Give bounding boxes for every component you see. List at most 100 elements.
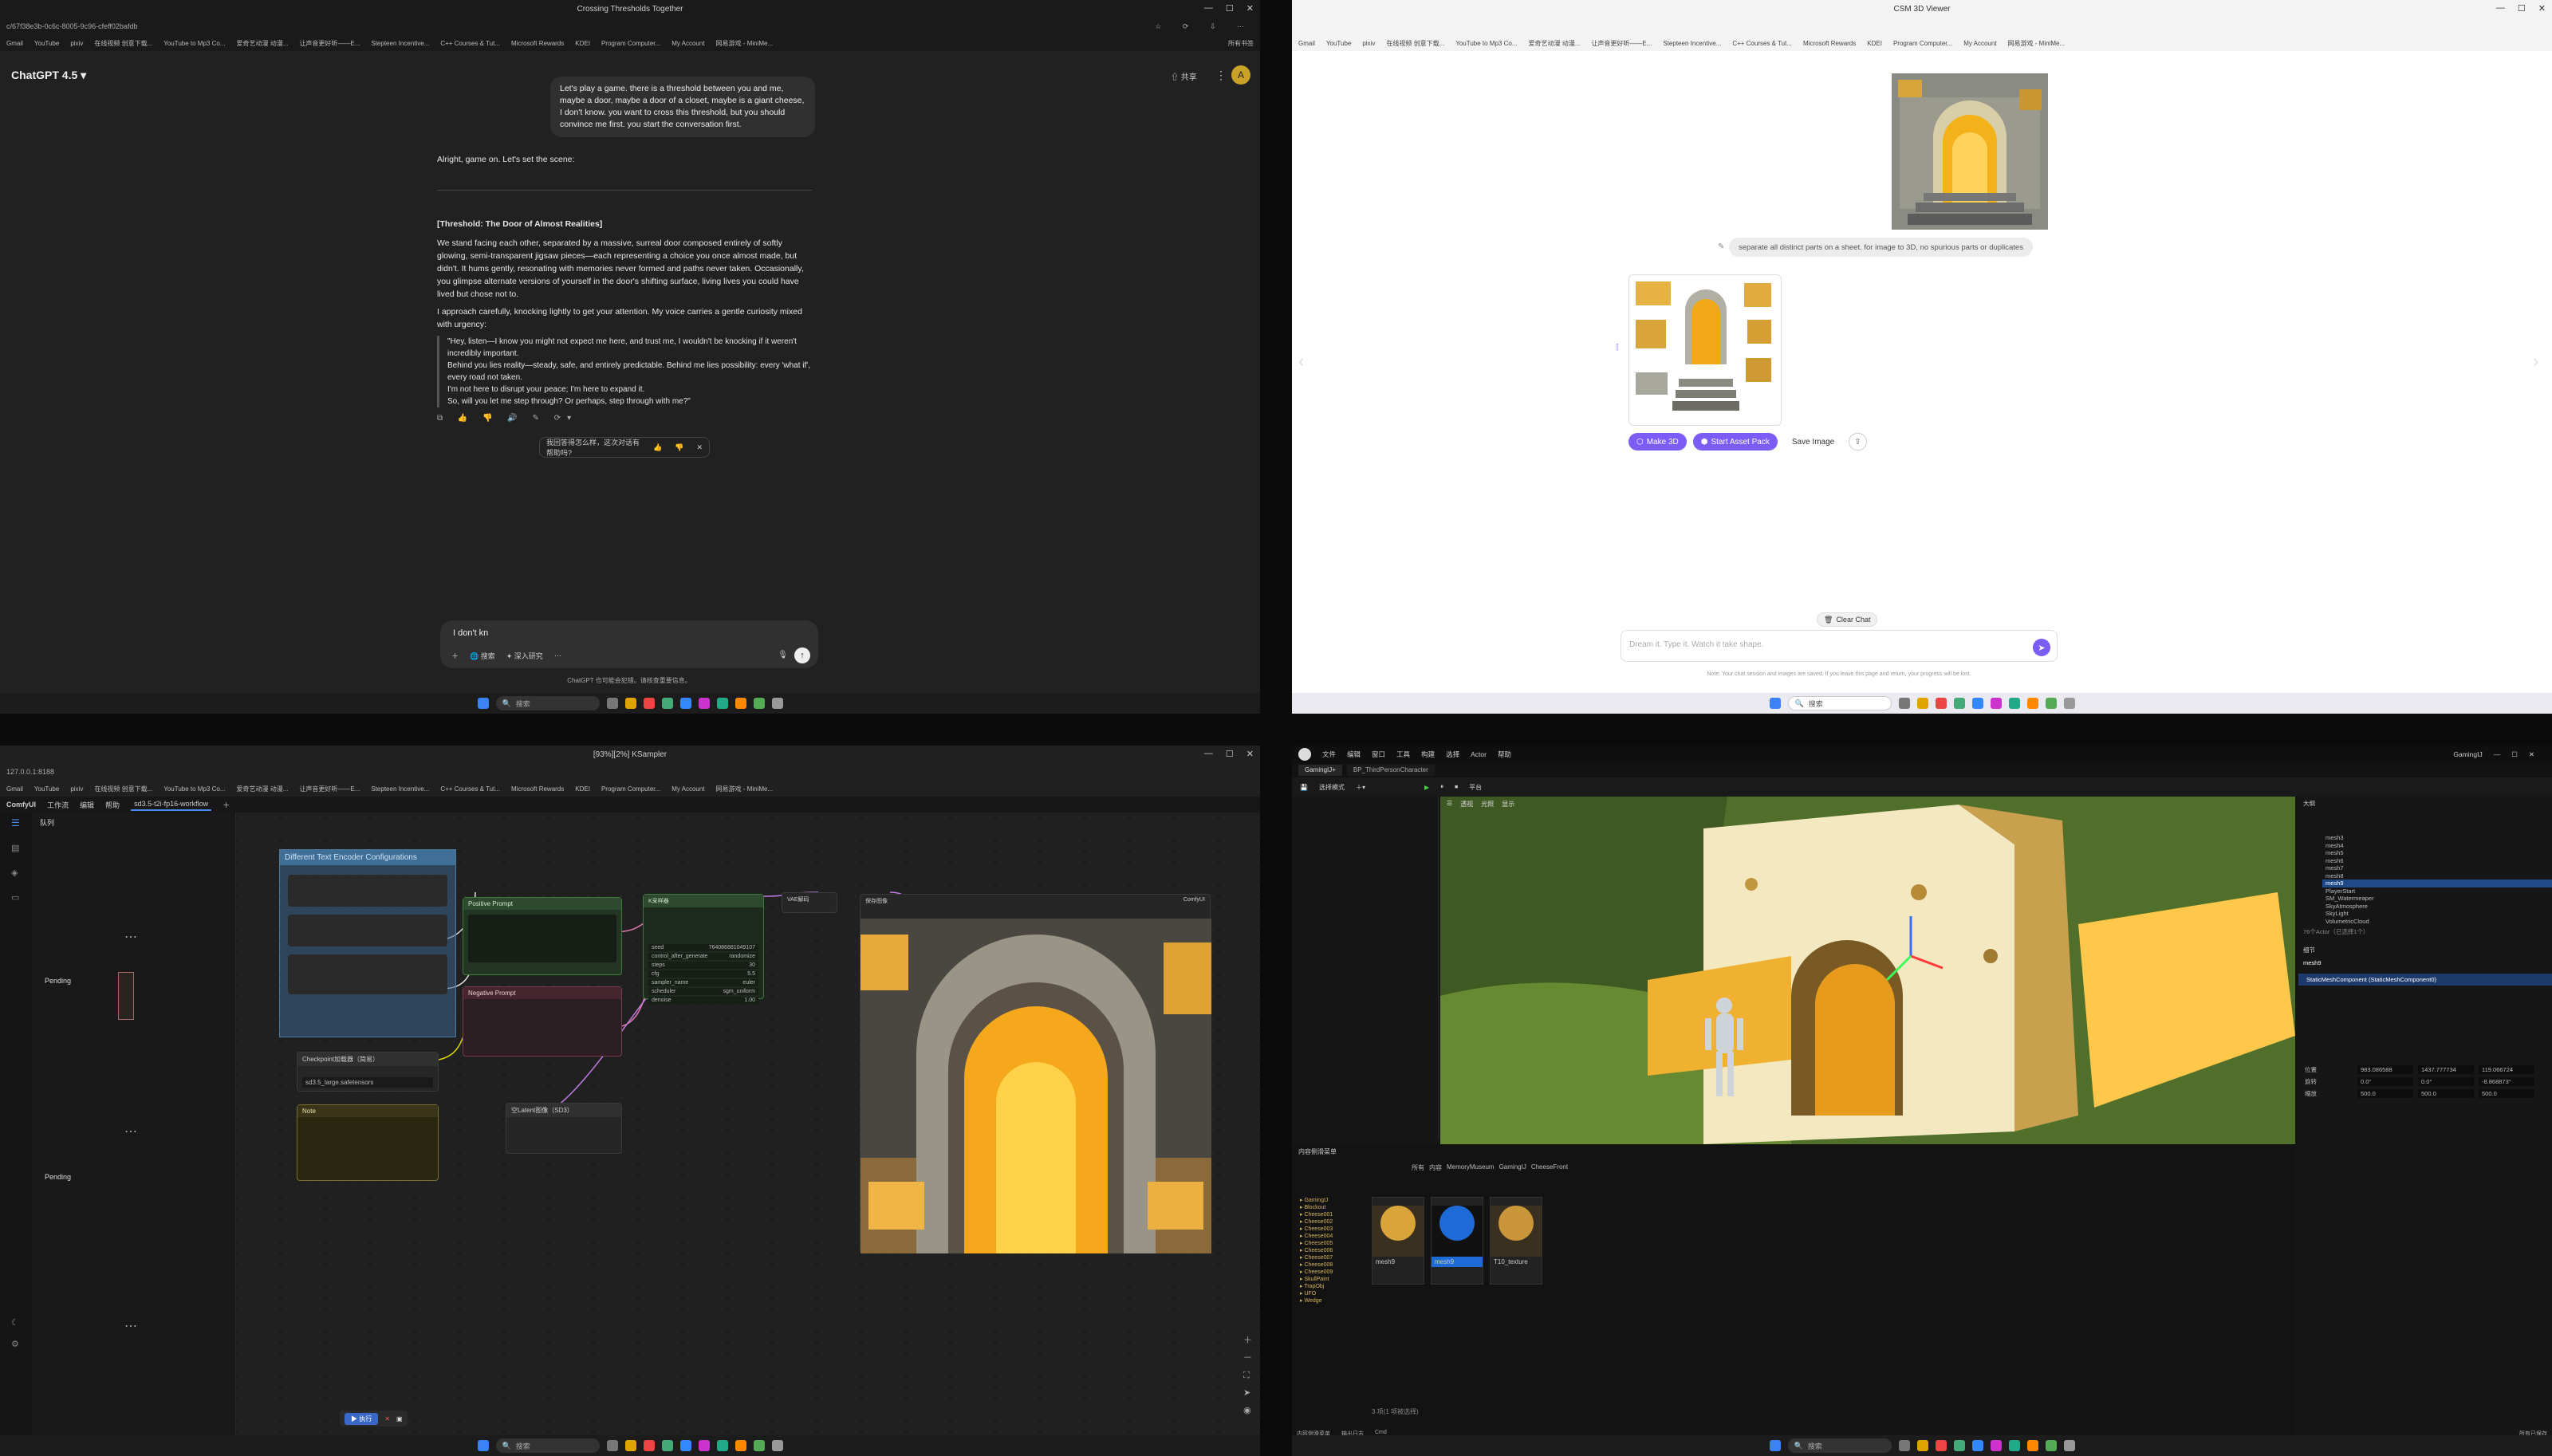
ksampler-node[interactable]: K采样器 seed 764086881049107 control_after_ge… <box>643 894 764 1004</box>
app-icon[interactable] <box>643 698 655 709</box>
details-component[interactable]: StaticMeshComponent (StaticMeshComponent… <box>2298 974 2552 986</box>
bookmark-item[interactable]: 网易游戏 - MiniMe... <box>2008 39 2066 48</box>
wechat-icon[interactable] <box>753 698 765 709</box>
param-value[interactable]: 30 <box>749 962 755 968</box>
bookmark-item[interactable]: C++ Courses & Tut... <box>440 785 500 793</box>
param-value[interactable]: randomize <box>729 954 755 959</box>
bookmark-item[interactable]: 爱奇艺动漫 动漫... <box>1528 39 1580 48</box>
node-library-icon[interactable]: ▤ <box>11 843 21 853</box>
bookmark-item[interactable]: Gmail <box>1298 40 1315 47</box>
mode-select[interactable]: 选择模式 <box>1319 783 1345 792</box>
close-icon[interactable]: ✕ <box>1246 3 1254 14</box>
bookmark-item[interactable]: Program Computer... <box>601 40 660 47</box>
outliner-item[interactable]: mesh5 <box>2322 849 2552 857</box>
bookmark-item[interactable]: pixiv <box>1362 40 1375 47</box>
bookmark-item[interactable]: KDEI <box>575 785 590 793</box>
outliner-item[interactable]: mesh8 <box>2322 872 2552 880</box>
perspective-menu[interactable]: 透视 <box>1460 800 1473 809</box>
canvas-controls[interactable]: ＋－ ⛶ ➤ ◉ <box>1243 1332 1252 1419</box>
queue-more-icon[interactable]: ⋯ <box>124 1123 137 1139</box>
app-icon[interactable] <box>2063 1440 2075 1451</box>
menu-item[interactable]: 窗口 <box>1372 750 1385 759</box>
app-icon[interactable] <box>679 698 691 709</box>
transform-field[interactable]: 0.0° <box>2357 1077 2413 1086</box>
param-value[interactable]: 764086881049107 <box>709 945 755 950</box>
bookmark-item[interactable]: KDEI <box>1867 40 1882 47</box>
workflow-tab[interactable]: sd3.5-t2i-fp16-workflow <box>131 798 212 811</box>
bookmark-item[interactable]: YouTube <box>1326 40 1351 47</box>
app-icon[interactable] <box>771 698 783 709</box>
param-value[interactable]: 1.00 <box>744 998 755 1003</box>
send-button[interactable]: ➤ <box>2033 639 2050 656</box>
taskbar-search[interactable]: 🔍 搜索 <box>1787 1438 1892 1453</box>
address-bar[interactable] <box>1292 18 2552 35</box>
outliner-item[interactable]: SM_Watermeaper <box>2322 895 2552 903</box>
app-icon[interactable] <box>1898 698 1910 709</box>
menu-item[interactable]: 文件 <box>1322 750 1336 759</box>
new-tab-icon[interactable]: ＋ <box>223 800 230 810</box>
outliner-item[interactable]: SkyLight <box>2322 910 2552 918</box>
thumbs-up-icon[interactable]: 👍 <box>653 443 662 452</box>
folder-icon[interactable] <box>624 698 636 709</box>
maximize-icon[interactable]: ☐ <box>2518 3 2526 14</box>
checkpoint-loader-node[interactable]: Checkpoint加载器（简易） sd3.5_large.safetensor… <box>297 1052 439 1092</box>
app-icon[interactable] <box>1953 1440 1965 1451</box>
bookmark-item[interactable]: Microsoft Rewards <box>511 40 564 47</box>
start-icon[interactable] <box>1769 698 1781 709</box>
show-menu[interactable]: 显示 <box>1502 800 1514 809</box>
transform-field[interactable]: 983.086588 <box>2357 1065 2413 1074</box>
more-tools-icon[interactable]: ⋯ <box>554 651 561 660</box>
window-controls[interactable]: —☐✕ <box>2494 750 2546 759</box>
folder-item[interactable]: ▸ SkullPaint <box>1300 1276 1364 1283</box>
folder-item[interactable]: ▸ GamingIJ <box>1300 1197 1364 1204</box>
node-canvas[interactable]: Different Text Encoder Configurations Po… <box>118 813 1260 1435</box>
folder-item[interactable]: ▸ Cheese005 <box>1300 1240 1364 1247</box>
start-icon[interactable] <box>477 1440 489 1451</box>
ksampler-param-row[interactable]: steps 30 <box>648 962 758 969</box>
param-value[interactable]: euler <box>742 980 755 986</box>
note-node[interactable]: Note <box>297 1104 439 1181</box>
bookmark-item[interactable]: My Account <box>1963 40 1996 47</box>
app-icon[interactable] <box>698 698 710 709</box>
maximize-icon[interactable]: ☐ <box>1226 749 1234 759</box>
pause-icon[interactable]: ⏸ <box>1440 783 1443 791</box>
offscreen-node[interactable] <box>118 972 134 1020</box>
clip-loader-node[interactable] <box>288 875 447 907</box>
wechat-icon[interactable] <box>753 1440 765 1451</box>
folder-item[interactable]: ▸ Cheese002 <box>1300 1218 1364 1226</box>
folder-item[interactable]: ▸ TrapObj <box>1300 1283 1364 1290</box>
path-segment[interactable]: 内容 <box>1429 1163 1442 1172</box>
empty-latent-node[interactable]: 空Latent图像（SD3） <box>506 1103 622 1154</box>
filename-prefix[interactable]: ComfyUI <box>1183 897 1205 905</box>
chat-input[interactable]: I don't kn <box>453 628 488 638</box>
path-segment[interactable]: MemoryMuseum <box>1447 1163 1495 1172</box>
menu-edit[interactable]: 编辑 <box>80 800 94 810</box>
checkpoint-select[interactable]: sd3.5_large.safetensors <box>302 1077 433 1088</box>
taskbar-search[interactable]: 🔍 搜索 <box>495 696 600 710</box>
lit-menu[interactable]: 光照 <box>1481 800 1494 809</box>
folder-icon[interactable] <box>1916 1440 1928 1451</box>
folder-item[interactable]: ▸ Blockout <box>1300 1204 1364 1211</box>
close-icon[interactable]: ✕ <box>1246 749 1254 759</box>
ksampler-param-row[interactable]: control_after_generate randomize <box>648 953 758 960</box>
bookmark-item[interactable]: 在线视频 创意下载... <box>1386 39 1444 48</box>
url-text[interactable]: c/67f38e3b-0c6c-8005-9c96-cfeff02bafdb <box>6 22 137 30</box>
bookmark-item[interactable]: Stepteen Incentive... <box>371 785 429 793</box>
bookmark-item[interactable]: My Account <box>671 40 704 47</box>
bookmark-item[interactable]: 爱奇艺动漫 动漫... <box>236 39 288 48</box>
bookmark-item[interactable]: 让声音更好听——E... <box>1591 39 1652 48</box>
ksampler-param-row[interactable]: scheduler sgm_uniform <box>648 988 758 995</box>
cancel-icon[interactable]: ✕ <box>384 1415 390 1423</box>
bookmark-item[interactable]: Microsoft Rewards <box>1803 40 1856 47</box>
edit-icon[interactable]: ✎ <box>1718 242 1724 251</box>
start-icon[interactable] <box>477 698 489 709</box>
transform-field[interactable]: 119.066724 <box>2479 1065 2534 1074</box>
menu-help[interactable]: 帮助 <box>105 800 120 810</box>
url-text[interactable]: 127.0.0.1:8188 <box>6 768 54 776</box>
taskbar-search[interactable]: 🔍 搜索 <box>1787 696 1892 710</box>
minimize-icon[interactable]: — <box>1204 3 1213 14</box>
viewport[interactable]: ☰ 透视 光照 显示 <box>1440 797 2295 1144</box>
model-library-icon[interactable]: ◈ <box>11 868 21 878</box>
queue-more-icon[interactable]: ⋯ <box>124 929 137 945</box>
bookmark-item[interactable]: Stepteen Incentive... <box>1663 40 1721 47</box>
